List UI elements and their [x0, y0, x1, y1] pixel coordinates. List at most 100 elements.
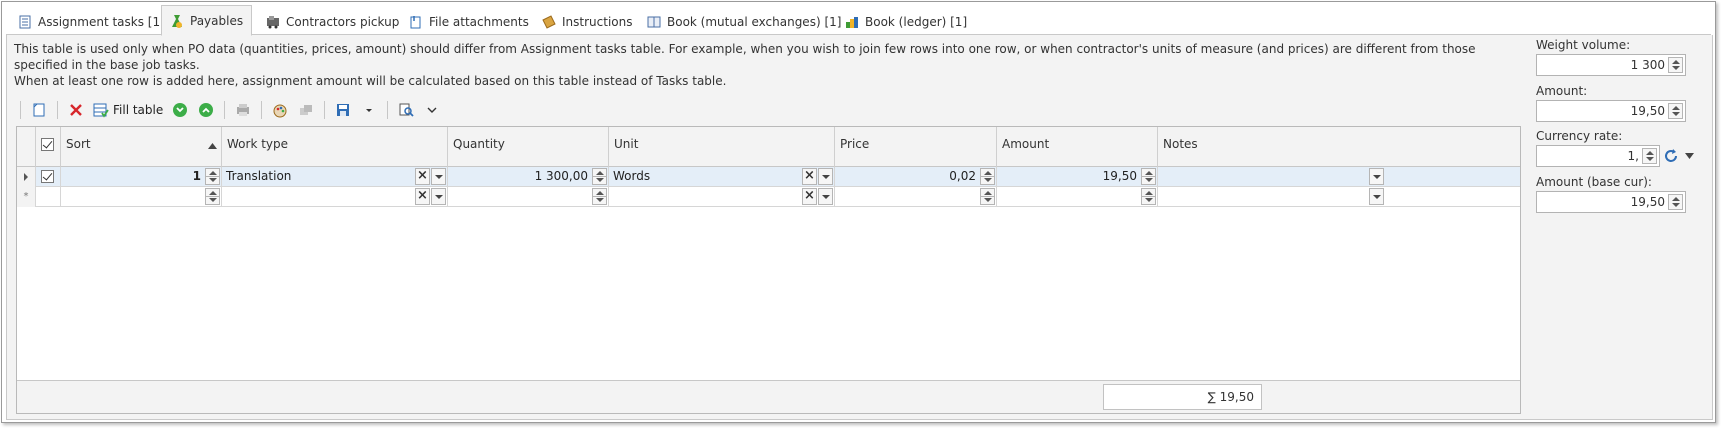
- currency-rate-value: 1,: [1627, 149, 1639, 163]
- tab-assignment-tasks[interactable]: Assignment tasks [1]: [10, 8, 173, 35]
- new-cell-price[interactable]: [835, 187, 997, 207]
- new-cell-notes[interactable]: [1158, 187, 1385, 207]
- col-header-price[interactable]: Price: [835, 127, 997, 167]
- currency-rate-label: Currency rate:: [1536, 129, 1623, 143]
- ledger-icon: [845, 15, 859, 29]
- cell-unit[interactable]: Words ×: [609, 167, 835, 187]
- fill-table-label: Fill table: [113, 103, 164, 117]
- cell-price-value: 0,02: [949, 169, 976, 183]
- col-header-amount[interactable]: Amount: [997, 127, 1158, 167]
- grid-footer: ∑ 19,50: [17, 380, 1520, 413]
- row-indicator: [17, 167, 36, 187]
- weight-volume-value: 1 300: [1630, 58, 1665, 72]
- table-row[interactable]: 1 Translation × 1 300,00 Words × 0,02 19…: [17, 167, 1520, 187]
- print-button[interactable]: [232, 99, 254, 121]
- new-cell-unit[interactable]: ×: [609, 187, 835, 207]
- move-down-button[interactable]: [169, 99, 191, 121]
- tab-label: Assignment tasks [1]: [38, 14, 165, 29]
- tab-instructions[interactable]: Instructions: [534, 8, 640, 35]
- save-layout-button[interactable]: [332, 99, 354, 121]
- weight-volume-field[interactable]: 1 300: [1536, 54, 1686, 76]
- weight-volume-label: Weight volume:: [1536, 38, 1631, 52]
- find-button[interactable]: [395, 99, 417, 121]
- save-icon: [337, 104, 350, 116]
- amount-spinner[interactable]: [1668, 103, 1683, 119]
- fill-table-button[interactable]: Fill table: [91, 99, 165, 121]
- tab-book-ledger[interactable]: Book (ledger) [1]: [837, 8, 975, 35]
- tab-label: Instructions: [562, 14, 633, 29]
- fill-table-icon: [93, 103, 109, 118]
- select-all-checkbox[interactable]: [41, 138, 54, 151]
- tab-label: File attachments: [429, 14, 529, 29]
- payables-grid: Sort Work type Quantity Unit Price Amoun…: [16, 126, 1521, 414]
- new-cell-sort[interactable]: [61, 187, 222, 207]
- clear-icon[interactable]: ×: [802, 188, 817, 205]
- info-text: This table is used only when PO data (qu…: [14, 41, 1519, 89]
- col-header-work-type[interactable]: Work type: [222, 127, 448, 167]
- tab-label: Book (ledger) [1]: [865, 14, 968, 29]
- save-layout-dropdown[interactable]: [358, 99, 380, 121]
- row-checkbox[interactable]: [41, 170, 54, 183]
- weight-volume-spinner[interactable]: [1668, 57, 1683, 73]
- new-cell-amount[interactable]: [997, 187, 1158, 207]
- col-header-quantity[interactable]: Quantity: [448, 127, 609, 167]
- unit-dropdown[interactable]: [818, 188, 833, 205]
- new-row-button[interactable]: [28, 99, 50, 121]
- col-header-label: Notes: [1163, 137, 1198, 151]
- amount-value: 19,50: [1630, 104, 1665, 118]
- toolbar: Fill table: [17, 98, 443, 122]
- col-header-notes[interactable]: Notes: [1158, 127, 1385, 167]
- amount-field[interactable]: 19,50: [1536, 100, 1686, 122]
- new-row-select-cell[interactable]: [36, 187, 61, 207]
- find-dropdown[interactable]: [421, 99, 443, 121]
- cell-quantity[interactable]: 1 300,00: [448, 167, 609, 187]
- cell-sort[interactable]: 1: [61, 167, 222, 187]
- palette-button[interactable]: [269, 99, 291, 121]
- cell-amount[interactable]: 19,50: [997, 167, 1158, 187]
- tab-file-attachments[interactable]: File attachments: [401, 8, 537, 35]
- row-select-cell[interactable]: [36, 167, 61, 187]
- notes-dropdown[interactable]: [1369, 168, 1384, 185]
- toolbar-separator: [261, 101, 263, 119]
- tab-contractors-pickup[interactable]: Contractors pickup: [258, 8, 407, 35]
- clear-icon[interactable]: ×: [802, 168, 817, 185]
- col-header-sort[interactable]: Sort: [61, 127, 222, 167]
- amount-base-spinner[interactable]: [1668, 194, 1683, 210]
- work-type-dropdown[interactable]: [431, 188, 446, 205]
- tab-bar: Assignment tasks [1] Payables Contractor…: [6, 5, 1711, 36]
- notes-dropdown[interactable]: [1369, 188, 1384, 205]
- tab-payables[interactable]: Payables: [161, 5, 253, 36]
- col-header-label: Amount: [1002, 137, 1050, 151]
- chevron-down-icon: [1684, 153, 1694, 159]
- currency-rate-dropdown[interactable]: [1682, 145, 1696, 167]
- new-row[interactable]: * × ×: [17, 187, 1520, 207]
- group-button[interactable]: [295, 99, 317, 121]
- col-header-label: Sort: [66, 137, 91, 151]
- new-cell-work-type[interactable]: ×: [222, 187, 448, 207]
- currency-rate-field[interactable]: 1,: [1536, 145, 1660, 167]
- delete-row-button[interactable]: [65, 99, 87, 121]
- amount-base-label: Amount (base cur):: [1536, 175, 1652, 189]
- select-all-cell[interactable]: [36, 127, 61, 167]
- clear-icon[interactable]: ×: [415, 188, 430, 205]
- tab-label: Contractors pickup: [286, 14, 400, 29]
- cell-price[interactable]: 0,02: [835, 167, 997, 187]
- currency-rate-spinner[interactable]: [1642, 148, 1657, 164]
- instructions-icon: [542, 14, 556, 29]
- unit-dropdown[interactable]: [818, 168, 833, 185]
- move-up-button[interactable]: [195, 99, 217, 121]
- tab-label: Payables: [190, 13, 244, 28]
- tab-book-mutual-exchanges[interactable]: Book (mutual exchanges) [1]: [639, 8, 849, 35]
- chevron-down-icon: [366, 109, 373, 112]
- refresh-rate-button[interactable]: [1661, 145, 1681, 167]
- cell-work-type[interactable]: Translation ×: [222, 167, 448, 187]
- clear-icon[interactable]: ×: [415, 168, 430, 185]
- palette-icon: [273, 104, 287, 118]
- col-header-label: Work type: [227, 137, 289, 151]
- amount-base-field[interactable]: 19,50: [1536, 191, 1686, 213]
- cell-notes[interactable]: [1158, 167, 1385, 187]
- col-header-unit[interactable]: Unit: [609, 127, 835, 167]
- cell-quantity-value: 1 300,00: [534, 169, 588, 183]
- work-type-dropdown[interactable]: [431, 168, 446, 185]
- new-cell-quantity[interactable]: [448, 187, 609, 207]
